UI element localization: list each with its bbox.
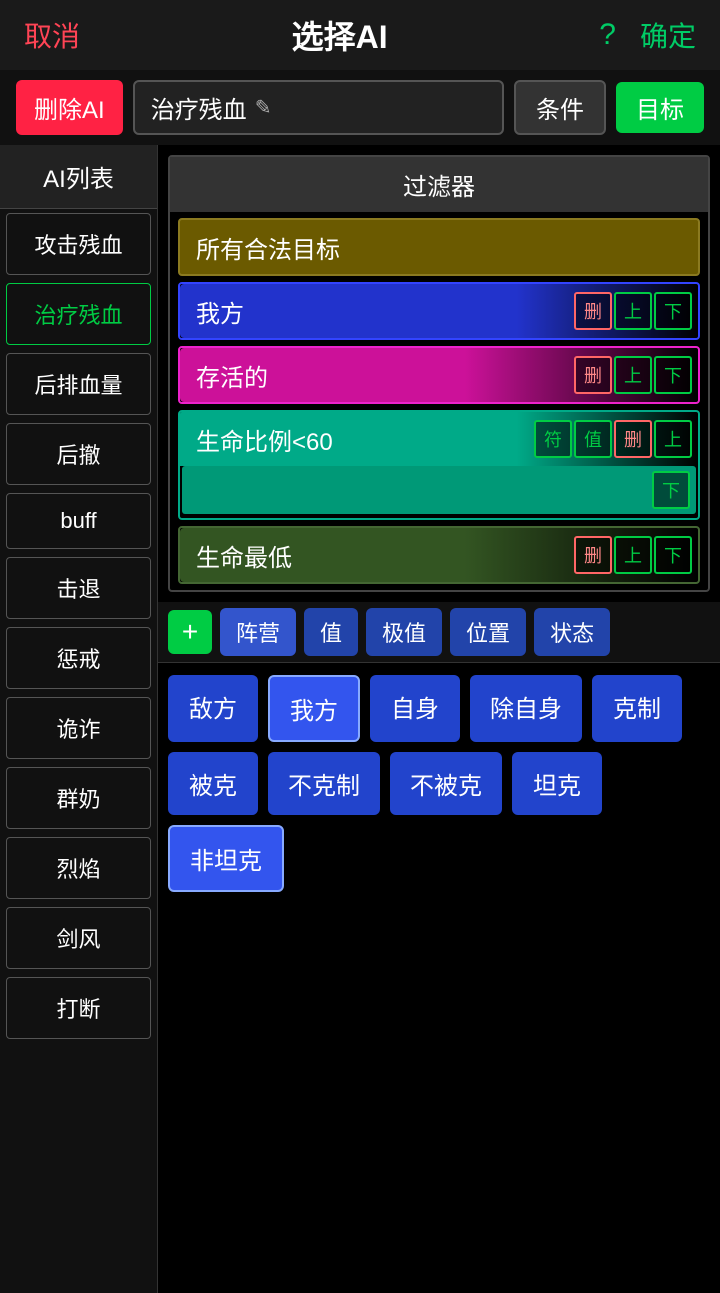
edit-icon: ✎ [255,95,272,120]
opt-beike[interactable]: 被克 [168,752,258,815]
filter-label-cun: 存活的 [180,358,574,393]
opt-kezhi[interactable]: 克制 [592,675,682,742]
sidebar-item-10[interactable]: 剑风 [6,907,151,969]
filter-buttons-sheng-low: 删 上 下 [574,536,692,574]
header: 取消 选择AI ? 确定 [0,0,720,70]
filter-down-cun[interactable]: 下 [654,356,692,394]
filter-delete-cun[interactable]: 删 [574,356,612,394]
btab-zhuangtai[interactable]: 状态 [534,608,610,656]
sidebar-item-7[interactable]: 诡诈 [6,697,151,759]
btab-zhi[interactable]: 值 [304,608,358,656]
opt-tanke[interactable]: 坦克 [512,752,602,815]
sidebar-item-4[interactable]: buff [6,493,151,549]
filter-fu-sheng60[interactable]: 符 [534,420,572,458]
filter-up-wo[interactable]: 上 [614,292,652,330]
filter-delete-sheng-low[interactable]: 删 [574,536,612,574]
filter-title: 过滤器 [170,157,708,212]
filter-up-cun[interactable]: 上 [614,356,652,394]
opt-zishen[interactable]: 自身 [370,675,460,742]
add-filter-button[interactable]: + [168,610,212,654]
tab-name[interactable]: 治疗残血 ✎ [133,80,504,135]
sidebar: AI列表 攻击残血 治疗残血 后排血量 后撤 buff 击退 惩戒 诡诈 群奶 … [0,145,158,1293]
sidebar-item-1[interactable]: 治疗残血 [6,283,151,345]
filter-row-cun: 存活的 删 上 下 [178,346,700,404]
page-title: 选择AI [80,12,599,58]
filter-row-wo: 我方 删 上 下 [178,282,700,340]
sub-header: 删除AI 治疗残血 ✎ 条件 目标 [0,70,720,145]
filter-buttons-wo: 删 上 下 [574,292,692,330]
opt-bubeike[interactable]: 不被克 [390,752,502,815]
tab-name-label: 治疗残血 [151,90,247,125]
filter-row-all: 所有合法目标 [178,218,700,276]
bottom-tabs: + 阵营 值 极值 位置 状态 [158,602,720,663]
delete-ai-button[interactable]: 删除AI [16,80,123,135]
opt-chuzishen[interactable]: 除自身 [470,675,582,742]
filter-buttons-cun: 删 上 下 [574,356,692,394]
opt-feitanke[interactable]: 非坦克 [168,825,284,892]
btab-weizhi[interactable]: 位置 [450,608,526,656]
sidebar-item-11[interactable]: 打断 [6,977,151,1039]
opt-wofang[interactable]: 我方 [268,675,360,742]
opt-bukezhi[interactable]: 不克制 [268,752,380,815]
btab-zhaying[interactable]: 阵营 [220,608,296,656]
filter-delete-sheng60[interactable]: 删 [614,420,652,458]
filter-zhi-sheng60[interactable]: 值 [574,420,612,458]
filter-row-sheng60: 生命比例<60 符 值 删 上 下 [178,410,700,520]
options-grid: 敌方 我方 自身 除自身 克制 被克 不克制 不被克 坦克 非坦克 [158,663,720,904]
tab-condition[interactable]: 条件 [514,80,606,135]
sidebar-item-9[interactable]: 烈焰 [6,837,151,899]
sidebar-header: AI列表 [0,145,157,209]
sidebar-item-0[interactable]: 攻击残血 [6,213,151,275]
filter-delete-wo[interactable]: 删 [574,292,612,330]
filter-up-sheng-low[interactable]: 上 [614,536,652,574]
confirm-button[interactable]: 确定 [640,15,696,55]
filter-down-sheng60[interactable]: 下 [652,471,690,509]
filter-up-sheng60[interactable]: 上 [654,420,692,458]
sidebar-item-6[interactable]: 惩戒 [6,627,151,689]
filter-section: 过滤器 所有合法目标 我方 删 上 下 存活的 删 [168,155,710,592]
cancel-button[interactable]: 取消 [24,15,80,55]
filter-row-sheng-low: 生命最低 删 上 下 [178,526,700,584]
sidebar-item-8[interactable]: 群奶 [6,767,151,829]
help-button[interactable]: ? [599,18,616,52]
sidebar-item-2[interactable]: 后排血量 [6,353,151,415]
filter-down-wo[interactable]: 下 [654,292,692,330]
filter-label-sheng-low: 生命最低 [180,538,574,573]
filter-sheng60-bar: 下 [182,466,696,514]
btab-jizhi[interactable]: 极值 [366,608,442,656]
tab-target[interactable]: 目标 [616,82,704,133]
right-panel: 过滤器 所有合法目标 我方 删 上 下 存活的 删 [158,145,720,1293]
sidebar-item-5[interactable]: 击退 [6,557,151,619]
sidebar-item-3[interactable]: 后撤 [6,423,151,485]
filter-label-wo: 我方 [180,294,574,329]
opt-difang[interactable]: 敌方 [168,675,258,742]
filter-label-sheng60: 生命比例<60 [180,422,534,457]
filter-label-all: 所有合法目标 [180,230,698,265]
main-layout: AI列表 攻击残血 治疗残血 后排血量 后撤 buff 击退 惩戒 诡诈 群奶 … [0,145,720,1293]
filter-down-sheng-low[interactable]: 下 [654,536,692,574]
